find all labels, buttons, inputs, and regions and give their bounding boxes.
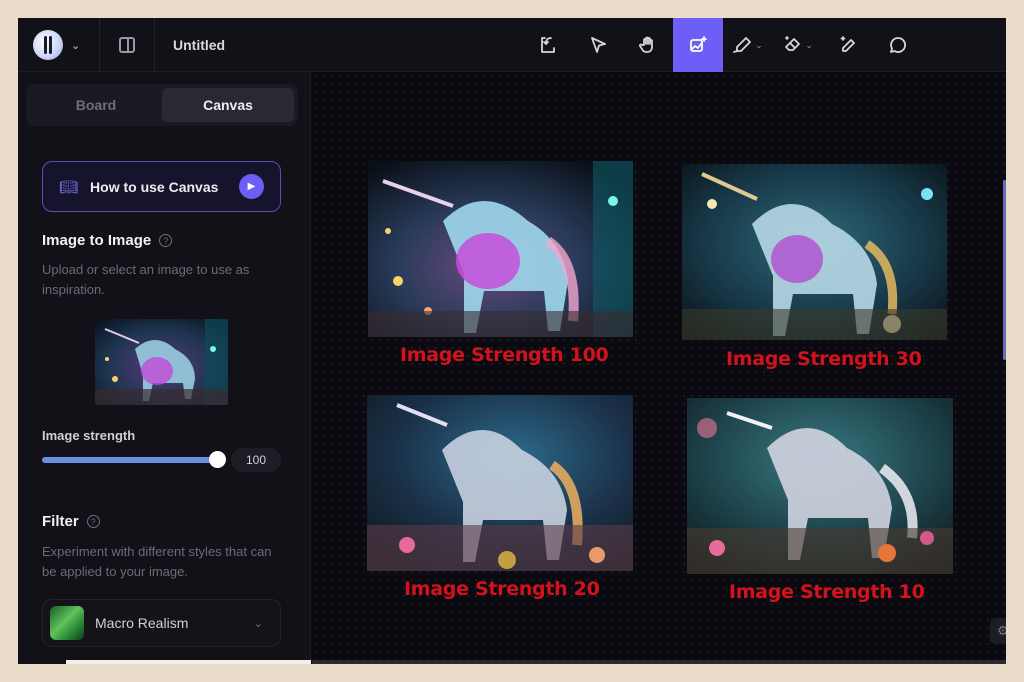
app-window: ⌄ Untitled ⌄ ⌄ Board Canvas 📖︎ How to us… — [18, 18, 1006, 664]
chevron-down-icon: ⌄ — [253, 617, 263, 630]
import-icon — [541, 37, 555, 53]
sidebar: Board Canvas 📖︎ How to use Canvas ▶ Imag… — [18, 72, 311, 664]
select-tool-button[interactable] — [573, 18, 623, 72]
generated-image-3[interactable] — [367, 395, 633, 571]
unicorn-image — [682, 164, 947, 340]
unicorn-image — [367, 395, 633, 571]
magic-pen-icon — [840, 36, 855, 52]
reference-image-thumbnail[interactable] — [95, 319, 228, 405]
unicorn-image — [95, 319, 228, 405]
image-strength-slider-handle[interactable] — [209, 451, 226, 468]
filter-selected-value: Macro Realism — [95, 615, 189, 631]
generated-image-2[interactable] — [682, 164, 947, 340]
mode-tabs: Board Canvas — [26, 84, 298, 126]
unicorn-image — [368, 161, 633, 337]
sidebar-scrollbar[interactable] — [66, 660, 311, 664]
eraser-icon — [785, 36, 801, 51]
chevron-down-icon: ⌄ — [755, 39, 763, 50]
horizontal-scrollbar[interactable] — [312, 660, 1006, 664]
play-icon: ▶ — [239, 174, 264, 199]
image-to-image-icon — [690, 36, 707, 52]
image-caption: Image Strength 20 — [404, 578, 600, 600]
filter-description: Experiment with different styles that ca… — [42, 544, 272, 579]
app-menu-button[interactable]: ⌄ — [18, 18, 100, 72]
tab-canvas[interactable]: Canvas — [162, 88, 294, 122]
comment-icon — [890, 37, 906, 53]
image-caption: Image Strength 10 — [729, 581, 925, 603]
chevron-down-icon: ⌄ — [71, 39, 81, 52]
vertical-scrollbar[interactable] — [1003, 180, 1006, 360]
comment-tool-button[interactable] — [873, 18, 923, 72]
help-icon[interactable]: ? — [159, 234, 173, 247]
generated-image-1[interactable] — [368, 161, 633, 337]
unicorn-image — [687, 398, 953, 574]
chevron-down-icon: ⌄ — [805, 39, 813, 50]
filter-thumbnail — [50, 606, 84, 640]
pan-tool-button[interactable] — [623, 18, 673, 72]
draw-tool-button[interactable]: ⌄ — [723, 18, 773, 72]
import-tool-button[interactable] — [523, 18, 573, 72]
image-to-image-tool-button[interactable] — [673, 18, 723, 72]
image-caption: Image Strength 30 — [726, 348, 922, 370]
top-toolbar: ⌄ Untitled ⌄ ⌄ — [18, 18, 1006, 72]
how-to-label: How to use Canvas — [90, 178, 219, 195]
draw-pencil-icon — [733, 37, 752, 53]
sidebar-panel-icon — [119, 37, 135, 53]
image-strength-label: Image strength — [42, 428, 136, 443]
magic-pen-tool-button[interactable] — [823, 18, 873, 72]
select-arrow-icon — [591, 37, 606, 53]
image-to-image-heading: Image to Image ? — [42, 232, 173, 249]
settings-icon[interactable]: ⚙ — [990, 618, 1006, 644]
filter-title: Filter — [42, 513, 79, 530]
how-to-use-canvas-button[interactable]: 📖︎ How to use Canvas ▶ — [42, 161, 281, 212]
tool-group: ⌄ ⌄ — [523, 18, 923, 72]
image-to-image-description: Upload or select an image to use as insp… — [42, 262, 250, 297]
image-to-image-title: Image to Image — [42, 232, 152, 249]
document-title[interactable]: Untitled — [173, 18, 225, 72]
book-icon: 📖︎ — [59, 178, 79, 196]
generated-image-4[interactable] — [687, 398, 953, 574]
tab-board[interactable]: Board — [30, 88, 162, 122]
image-caption: Image Strength 100 — [400, 344, 609, 366]
help-icon[interactable]: ? — [86, 515, 100, 528]
toggle-sidebar-button[interactable] — [100, 18, 155, 72]
canvas-area[interactable]: Image Strength 100 Image Strength 30 Ima… — [312, 72, 1006, 664]
image-strength-slider-track[interactable] — [42, 457, 218, 463]
filter-heading: Filter ? — [42, 513, 100, 530]
filter-select[interactable]: Macro Realism ⌄ — [42, 599, 281, 647]
image-strength-value[interactable]: 100 — [231, 448, 281, 472]
erase-tool-button[interactable]: ⌄ — [773, 18, 823, 72]
hand-pan-icon — [639, 36, 653, 53]
logo-icon — [33, 30, 63, 60]
